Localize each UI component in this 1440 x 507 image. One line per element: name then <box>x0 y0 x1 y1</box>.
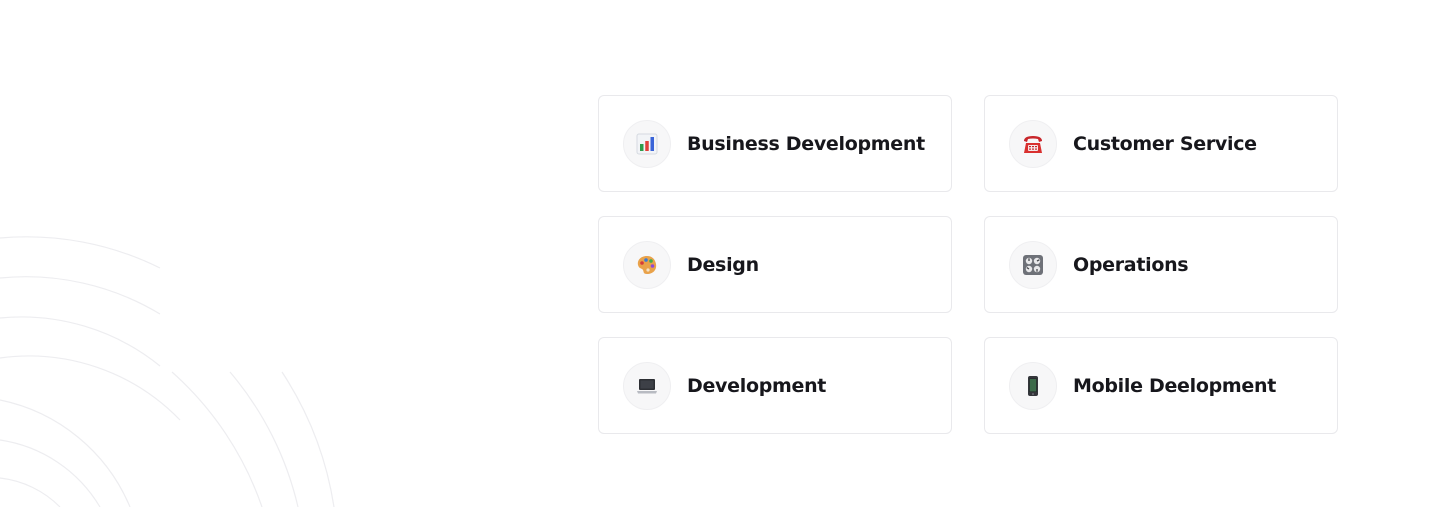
laptop-icon <box>623 361 671 410</box>
category-label: Operations <box>1073 253 1189 276</box>
category-label: Development <box>687 374 827 397</box>
category-grid: Business Development Customer Service De… <box>598 95 1338 434</box>
palette-icon <box>623 240 671 289</box>
category-card-design[interactable]: Design <box>598 216 952 313</box>
category-card-business-development[interactable]: Business Development <box>598 95 952 192</box>
category-label: Customer Service <box>1073 132 1257 155</box>
telephone-icon <box>1009 119 1057 168</box>
control-knobs-icon <box>1009 240 1057 289</box>
category-card-development[interactable]: Development <box>598 337 952 434</box>
category-label: Design <box>687 253 759 276</box>
category-card-customer-service[interactable]: Customer Service <box>984 95 1338 192</box>
bar-chart-icon <box>623 119 671 168</box>
category-card-mobile-deelopment[interactable]: Mobile Deelopment <box>984 337 1338 434</box>
decorative-arcs <box>0 236 335 507</box>
category-card-operations[interactable]: Operations <box>984 216 1338 313</box>
mobile-phone-icon <box>1009 361 1057 410</box>
page: Business Development Customer Service De… <box>0 0 1440 507</box>
category-label: Mobile Deelopment <box>1073 374 1276 397</box>
category-label: Business Development <box>687 132 925 155</box>
